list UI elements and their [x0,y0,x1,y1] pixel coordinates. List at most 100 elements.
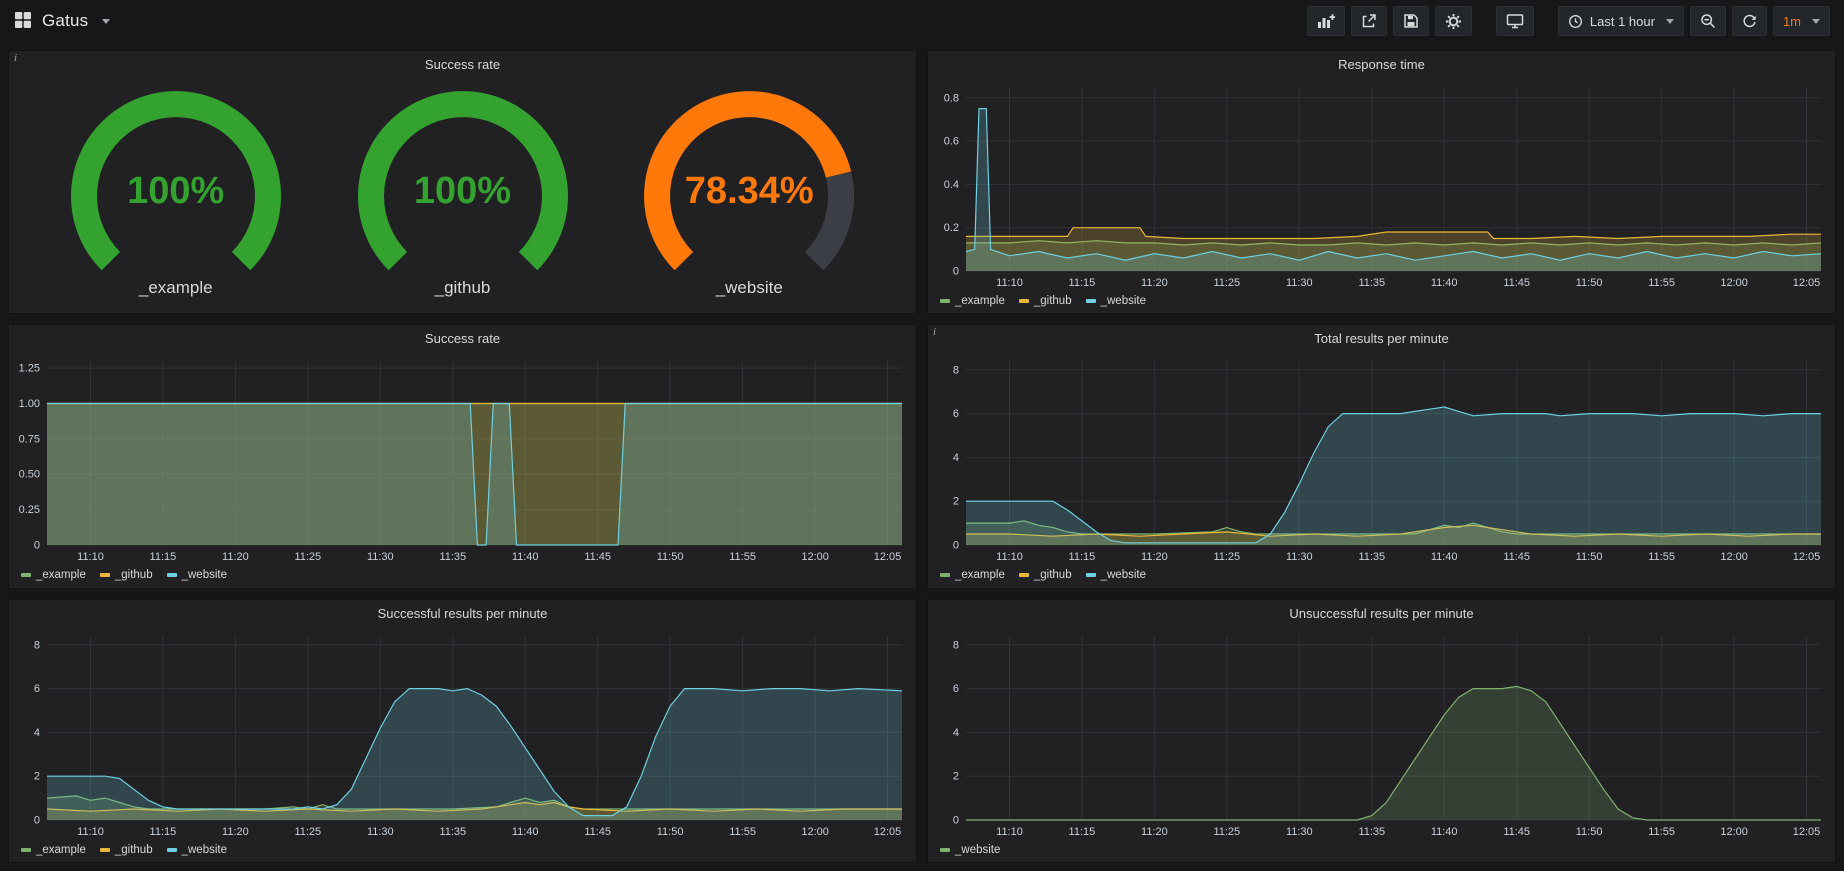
panel-header[interactable]: Success rate [9,51,916,78]
panel-info-icon[interactable]: i [933,326,936,338]
total-results-chart[interactable]: 0246811:1011:1511:2011:2511:3011:3511:40… [928,352,1835,566]
x-tick-label: 11:45 [1503,277,1530,289]
response-time-chart[interactable]: 00.20.40.60.811:1011:1511:2011:2511:3011… [928,78,1835,292]
x-tick-label: 11:15 [1069,277,1096,289]
panel-title: Total results per minute [1314,331,1448,346]
chart-svg: 0246811:1011:1511:2011:2511:3011:3511:40… [9,627,916,841]
gauge-value: 78.34% [629,170,869,213]
time-range-picker[interactable]: Last 1 hour [1558,6,1684,36]
legend-item-_website[interactable]: _website [167,844,227,856]
legend-item-_example[interactable]: _example [940,569,1005,581]
x-tick-label: 11:55 [1648,277,1675,289]
x-tick-label: 11:55 [1648,551,1675,563]
panel-header[interactable]: Total results per minute [928,325,1835,352]
dashboard-picker[interactable]: Gatus [14,11,110,32]
save-icon [1403,13,1419,29]
add-panel-button[interactable] [1307,6,1345,36]
success-rate-chart[interactable]: 00.250.500.751.001.2511:1011:1511:2011:2… [9,352,916,566]
legend-item-_example[interactable]: _example [21,569,86,581]
chart-svg: 00.20.40.60.811:1011:1511:2011:2511:3011… [928,78,1835,292]
zoom-out-button[interactable] [1690,6,1726,36]
share-button[interactable] [1351,6,1387,36]
successful-results-chart[interactable]: 0246811:1011:1511:2011:2511:3011:3511:40… [9,627,916,841]
x-tick-label: 11:45 [584,551,611,563]
legend-series-marker [167,848,177,852]
legend-item-_github[interactable]: _github [100,844,153,856]
y-tick-label: 8 [953,365,959,377]
panel-header[interactable]: Success rate [9,325,916,352]
panel-header[interactable]: Response time [928,51,1835,78]
x-tick-label: 11:25 [1213,551,1240,563]
gauge-value: 100% [56,170,296,213]
y-tick-label: 8 [34,639,40,651]
navbar-right: Last 1 hour 1m [1307,6,1830,36]
panel-title: Successful results per minute [378,606,548,621]
panel-title: Success rate [425,57,500,72]
navbar-left: Gatus [14,11,110,32]
apps-grid-icon [14,11,32,32]
x-tick-label: 11:15 [1069,551,1096,563]
refresh-interval-picker[interactable]: 1m [1773,6,1830,36]
legend-item-_github[interactable]: _github [1019,295,1072,307]
legend-item-_website[interactable]: _website [940,844,1000,856]
x-tick-label: 11:40 [512,551,539,563]
x-tick-label: 11:10 [996,551,1023,563]
y-tick-label: 2 [953,496,959,508]
refresh-icon [1742,14,1757,29]
legend-item-_example[interactable]: _example [21,844,86,856]
x-tick-label: 12:00 [801,551,829,563]
x-tick-label: 12:00 [801,826,829,838]
x-tick-label: 11:35 [1358,277,1385,289]
y-tick-label: 0.25 [19,504,40,516]
gauge-value: 100% [343,170,583,213]
save-button[interactable] [1393,6,1429,36]
unsuccessful-results-chart[interactable]: 0246811:1011:1511:2011:2511:3011:3511:40… [928,627,1835,841]
x-tick-label: 12:00 [1720,277,1748,289]
navbar: Gatus Last 1 hour [0,0,1844,42]
gauge-arc: 100% [56,84,296,276]
caret-down-icon [1666,19,1674,24]
x-tick-label: 11:10 [77,826,104,838]
settings-button[interactable] [1435,6,1472,36]
legend-series-marker [21,848,31,852]
x-tick-label: 11:25 [1213,277,1240,289]
panel-header[interactable]: Successful results per minute [9,600,916,627]
x-tick-label: 11:35 [1358,826,1385,838]
legend-item-_website[interactable]: _website [1086,295,1146,307]
y-tick-label: 0 [953,540,959,552]
y-tick-label: 8 [953,639,959,651]
legend-item-_website[interactable]: _website [1086,569,1146,581]
x-tick-label: 11:45 [584,826,611,838]
cycle-view-button[interactable] [1496,6,1534,36]
panel-header[interactable]: Unsuccessful results per minute [928,600,1835,627]
x-tick-label: 11:30 [1286,277,1313,289]
gauge-label: _github [435,278,491,298]
gauge-label: _example [139,278,213,298]
gauge-label: _website [716,278,783,298]
legend-series-marker [1019,573,1029,577]
caret-down-icon [102,19,110,24]
panel-unsuccessful-results: Unsuccessful results per minute 0246811:… [927,599,1836,863]
gauge-_website: 78.34% _website [629,84,869,298]
refresh-button[interactable] [1732,6,1767,36]
x-tick-label: 11:30 [1286,551,1313,563]
legend-item-_github[interactable]: _github [1019,569,1072,581]
panel-info-icon[interactable]: i [14,52,17,64]
y-tick-label: 4 [953,727,959,739]
x-tick-label: 11:50 [657,826,684,838]
legend-item-_website[interactable]: _website [167,569,227,581]
y-tick-label: 0.6 [944,136,959,148]
chart-legend: _example _github _website [928,292,1835,313]
success-rate-gauges: 100% _example 100% _github 78.34% _website [9,78,916,313]
x-tick-label: 11:35 [1358,551,1385,563]
x-tick-label: 11:20 [222,551,249,563]
share-icon [1361,13,1377,29]
legend-series-marker [100,848,110,852]
x-tick-label: 11:45 [1503,826,1530,838]
legend-item-_example[interactable]: _example [940,295,1005,307]
y-tick-label: 0 [953,814,959,826]
legend-item-_github[interactable]: _github [100,569,153,581]
panel-successful-results: Successful results per minute 0246811:10… [8,599,917,863]
x-tick-label: 11:40 [1431,551,1458,563]
series-area [966,407,1821,545]
